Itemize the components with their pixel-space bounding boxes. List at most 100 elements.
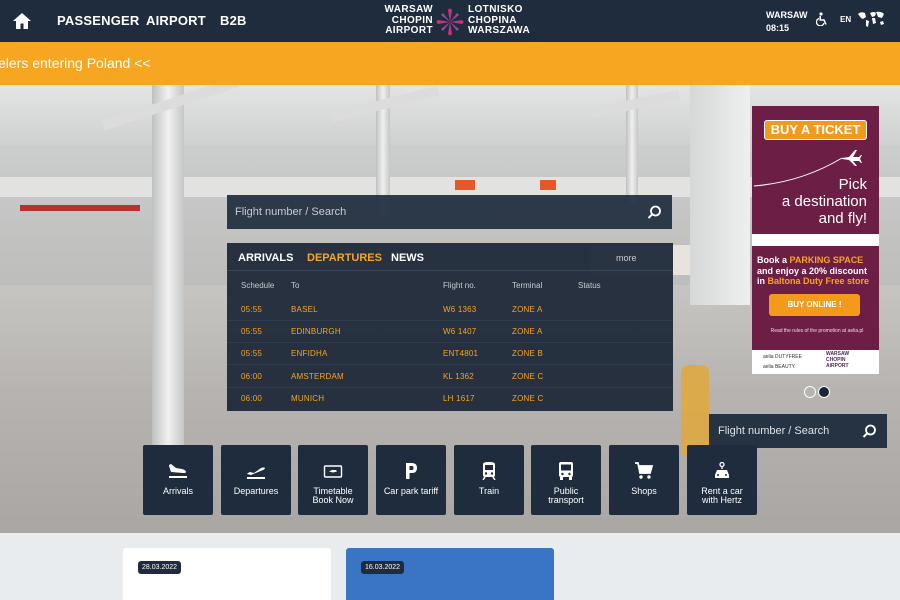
search-icon bbox=[862, 424, 876, 438]
top-navigation-bar: PASSENGER AIRPORT B2B WARSAW CHOPIN AIRP… bbox=[0, 0, 900, 42]
sponsor-airport-logo: WARSAW CHOPIN AIRPORT bbox=[826, 351, 850, 369]
flight-terminal: ZONE A bbox=[512, 305, 543, 314]
row-divider bbox=[227, 364, 673, 365]
flight-destination: BASEL bbox=[291, 305, 318, 314]
nav-b2b[interactable]: B2B bbox=[220, 13, 247, 28]
parking-icon bbox=[406, 463, 417, 479]
tile-label: Car park tariff bbox=[383, 486, 439, 496]
promo-banner[interactable]: BUY A TICKET Pick a destination and fly!… bbox=[752, 106, 879, 374]
tab-departures[interactable]: DEPARTURES bbox=[307, 252, 382, 264]
home-button[interactable] bbox=[0, 0, 44, 42]
flight-terminal: ZONE C bbox=[512, 372, 544, 381]
tile-train[interactable]: Train bbox=[454, 445, 524, 515]
more-link[interactable]: more bbox=[616, 253, 637, 263]
tile-timetable[interactable]: Timetable Book Now bbox=[298, 445, 368, 515]
photo-wall bbox=[690, 85, 750, 305]
flight-row[interactable]: 05:55 BASEL W6 1363 ZONE A bbox=[227, 299, 673, 321]
buy-online-button[interactable]: BUY ONLINE ! bbox=[769, 294, 860, 316]
announcement-ticker[interactable]: elers entering Poland << bbox=[0, 42, 900, 85]
promo-parking-panel[interactable]: Book a PARKING SPACE and enjoy a 20% dis… bbox=[752, 246, 879, 350]
tab-arrivals[interactable]: ARRIVALS bbox=[238, 252, 293, 264]
flight-number: W6 1363 bbox=[443, 305, 477, 314]
world-map-button[interactable] bbox=[856, 9, 886, 34]
flight-row[interactable]: 06:00 MUNICH LH 1617 ZONE C bbox=[227, 388, 673, 410]
flight-time: 05:55 bbox=[241, 327, 263, 336]
tile-label: Timetable Book Now bbox=[312, 486, 354, 505]
logo-text-pl: LOTNISKO CHOPINA WARSZAWA bbox=[468, 4, 531, 36]
promo-divider bbox=[752, 234, 879, 246]
photo-shop-sign bbox=[540, 180, 556, 190]
photo-counter-sign bbox=[20, 205, 140, 211]
logo-text-en: WARSAW CHOPIN AIRPORT bbox=[384, 4, 433, 36]
departures-plane-icon bbox=[247, 467, 265, 479]
header-status: Status bbox=[578, 281, 601, 290]
train-icon bbox=[482, 462, 496, 480]
flight-number: LH 1617 bbox=[443, 394, 475, 403]
flight-row[interactable]: 05:55 ENFIDHA ENT4801 ZONE B bbox=[227, 343, 673, 365]
tile-public-transport[interactable]: Public transport bbox=[531, 445, 601, 515]
flight-time: 06:00 bbox=[241, 394, 263, 403]
car-key-icon bbox=[715, 462, 729, 478]
aelia-logos: aelia DUTYFREE aelia BEAUTY bbox=[763, 354, 802, 370]
flight-search-input-secondary[interactable]: Flight number / Search bbox=[718, 425, 829, 437]
carousel-dot[interactable] bbox=[804, 386, 816, 398]
flight-search-input[interactable]: Flight number / Search bbox=[235, 206, 346, 218]
local-time: WARSAW 08:15 bbox=[766, 9, 808, 35]
nav-airport[interactable]: AIRPORT bbox=[146, 13, 206, 28]
promo-headline: Pick a destination and fly! bbox=[781, 176, 867, 227]
clock-time: 08:15 bbox=[766, 23, 790, 33]
promo-sponsor-logos: aelia DUTYFREE aelia BEAUTY WARSAW CHOPI… bbox=[752, 350, 879, 374]
accessibility-button[interactable] bbox=[815, 12, 828, 31]
tile-rent-a-car[interactable]: Rent a car with Hertz bbox=[687, 445, 757, 515]
flight-time: 05:55 bbox=[241, 305, 263, 314]
flight-number: KL 1362 bbox=[443, 372, 474, 381]
tile-label: Public transport bbox=[548, 486, 584, 505]
flight-search-button[interactable] bbox=[636, 195, 672, 229]
header-terminal: Terminal bbox=[512, 281, 543, 290]
flight-destination: MUNICH bbox=[291, 394, 325, 403]
flight-terminal: ZONE A bbox=[512, 327, 543, 336]
search-icon bbox=[647, 205, 661, 219]
flight-time: 06:00 bbox=[241, 372, 263, 381]
tabs-divider bbox=[227, 270, 673, 271]
flight-terminal: ZONE C bbox=[512, 394, 544, 403]
header-flight-no: Flight no. bbox=[443, 281, 476, 290]
flight-board-tabs: ARRIVALS DEPARTURES NEWS more bbox=[227, 243, 673, 271]
world-map-icon bbox=[858, 11, 884, 27]
carousel-dot-active[interactable] bbox=[818, 386, 830, 398]
photo-column bbox=[152, 85, 184, 445]
header-to: To bbox=[291, 281, 300, 290]
flight-destination: EDINBURGH bbox=[291, 327, 341, 336]
tab-news[interactable]: NEWS bbox=[391, 252, 424, 264]
cart-icon bbox=[635, 462, 654, 479]
flight-number: W6 1407 bbox=[443, 327, 477, 336]
buy-ticket-button[interactable]: BUY A TICKET bbox=[764, 120, 867, 140]
tile-shops[interactable]: Shops bbox=[609, 445, 679, 515]
arrivals-plane-icon bbox=[169, 464, 187, 478]
header-schedule: Schedule bbox=[241, 281, 275, 290]
news-card[interactable]: 28.03.2022 bbox=[123, 548, 331, 600]
parking-offer-text: Book a PARKING SPACE and enjoy a 20% dis… bbox=[757, 255, 870, 286]
flight-row[interactable]: 05:55 EDINBURGH W6 1407 ZONE A bbox=[227, 321, 673, 343]
flight-search-bar[interactable]: Flight number / Search bbox=[227, 195, 672, 229]
flight-board: ARRIVALS DEPARTURES NEWS more Schedule T… bbox=[227, 243, 673, 411]
tile-departures[interactable]: Departures bbox=[221, 445, 291, 515]
tile-label: Arrivals bbox=[162, 486, 193, 496]
nav-passenger[interactable]: PASSENGER bbox=[57, 13, 139, 28]
ticket-icon bbox=[323, 465, 343, 478]
promo-ticket-panel[interactable]: BUY A TICKET Pick a destination and fly! bbox=[752, 106, 879, 234]
flight-search-button-secondary[interactable] bbox=[851, 414, 887, 448]
news-date: 16.03.2022 bbox=[361, 561, 405, 574]
airport-logo[interactable]: WARSAW CHOPIN AIRPORT LOTNISKO CHOPINA W… bbox=[383, 4, 529, 38]
flight-destination: AMSTERDAM bbox=[291, 372, 344, 381]
news-card[interactable]: 16.03.2022 bbox=[346, 548, 554, 600]
flight-search-bar-secondary[interactable]: Flight number / Search bbox=[709, 414, 887, 448]
tile-arrivals[interactable]: Arrivals bbox=[143, 445, 213, 515]
city-name: WARSAW bbox=[766, 10, 808, 20]
flight-row[interactable]: 06:00 AMSTERDAM KL 1362 ZONE C bbox=[227, 366, 673, 388]
flight-time: 05:55 bbox=[241, 349, 263, 358]
language-switch[interactable]: EN bbox=[840, 15, 851, 24]
photo-traveler bbox=[681, 365, 709, 455]
photo-shop-sign bbox=[455, 180, 475, 190]
tile-car-park[interactable]: Car park tariff bbox=[376, 445, 446, 515]
